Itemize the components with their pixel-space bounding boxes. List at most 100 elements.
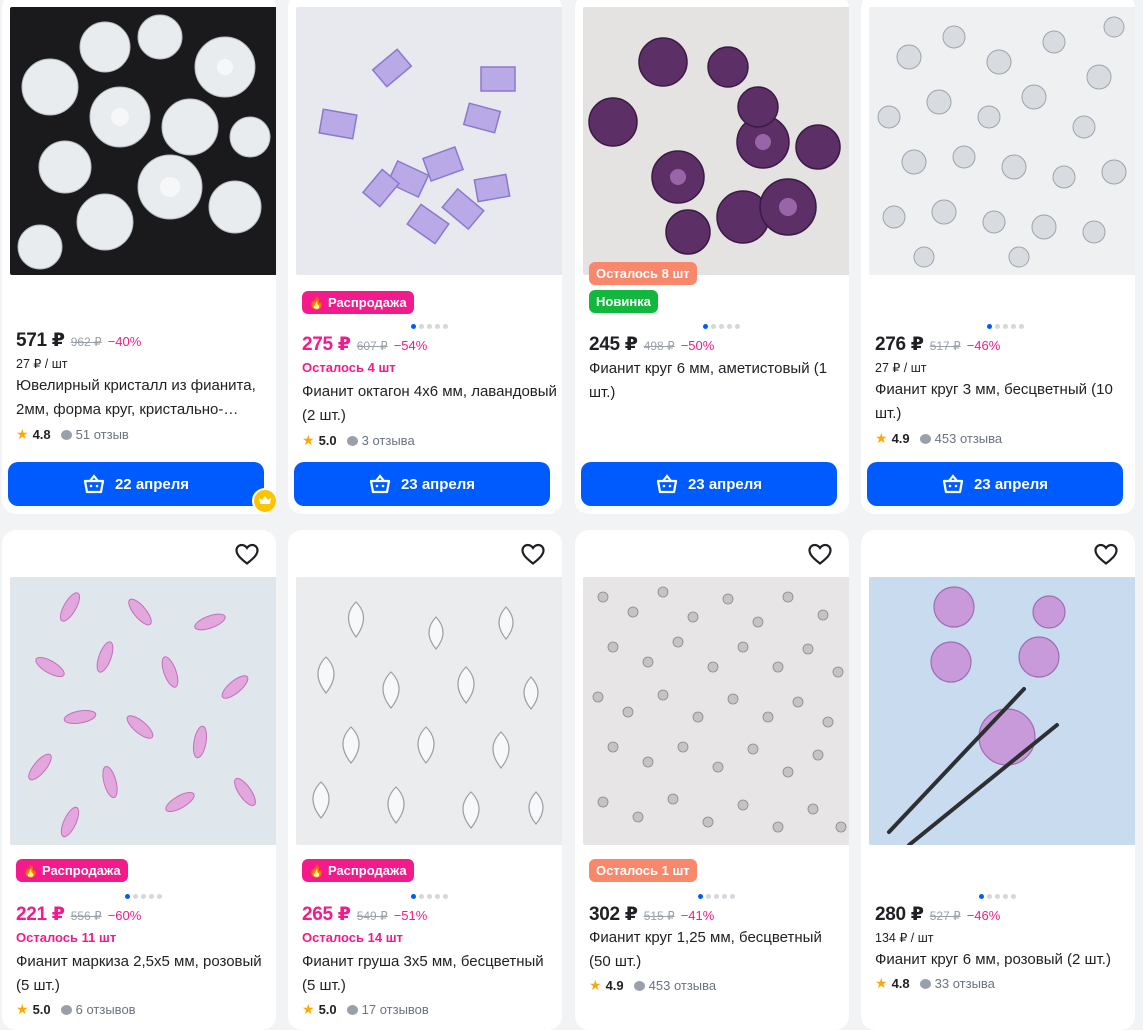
- old-price: 515 ₽: [643, 909, 675, 923]
- product-card[interactable]: Осталось 1 шт 302 ₽ 515 ₽ −41% Фианит кр…: [575, 530, 849, 1030]
- discount: −41%: [680, 908, 715, 923]
- product-card[interactable]: 276 ₽ 517 ₽ −46% 27 ₽ / шт Фианит круг 3…: [861, 0, 1135, 514]
- heart-icon[interactable]: [520, 542, 546, 566]
- stock-left: Осталось 4 шт: [302, 360, 396, 375]
- sale-badge: 🔥 Распродажа: [302, 859, 414, 882]
- product-image[interactable]: [296, 577, 562, 845]
- price-block: 280 ₽ 527 ₽ −46%: [875, 903, 1000, 926]
- basket-icon: [942, 474, 964, 494]
- product-title[interactable]: Фианит груша 3x5 мм, бесцветный (5 шт.): [302, 950, 560, 998]
- product-title[interactable]: Фианит маркиза 2,5x5 мм, розовый (5 шт.): [16, 950, 274, 998]
- badges: 🔥 Распродажа: [302, 859, 414, 887]
- image-pager[interactable]: [125, 894, 162, 899]
- product-image[interactable]: [10, 7, 276, 275]
- old-price: 549 ₽: [356, 909, 388, 923]
- discount: −54%: [393, 338, 428, 353]
- product-image[interactable]: [869, 577, 1135, 845]
- product-image[interactable]: [583, 7, 849, 275]
- discount: −60%: [107, 908, 142, 923]
- rating: ★ 4.9 453 отзыва: [589, 977, 716, 994]
- basket-icon: [369, 474, 391, 494]
- rating: ★ 4.9 453 отзыва: [875, 430, 1002, 447]
- star-icon: ★: [16, 1001, 29, 1017]
- comment-icon: [919, 978, 931, 989]
- basket-icon: [656, 474, 678, 494]
- product-grid: 571 ₽ 962 ₽ −40% 27 ₽ / шт Ювелирный кри…: [0, 0, 1143, 1030]
- product-title[interactable]: Фианит октагон 4x6 мм, лавандовый (2 шт.…: [302, 380, 560, 428]
- comment-icon: [633, 980, 645, 991]
- button-label: 23 апреля: [973, 475, 1049, 493]
- badges: Осталось 1 шт: [589, 859, 697, 887]
- price-block: 302 ₽ 515 ₽ −41%: [589, 903, 714, 926]
- price-block: 245 ₽ 498 ₽ −50%: [589, 333, 714, 356]
- image-pager[interactable]: [698, 894, 735, 899]
- product-title[interactable]: Фианит круг 3 мм, бесцветный (10 шт.): [875, 378, 1133, 426]
- reviews-count[interactable]: 33 отзыва: [935, 976, 995, 991]
- product-card[interactable]: 🔥 Распродажа 275 ₽ 607 ₽ −54% Осталось 4 …: [288, 0, 562, 514]
- comment-icon: [346, 1004, 358, 1015]
- product-image[interactable]: [869, 7, 1135, 275]
- badges: 🔥 Распродажа: [302, 291, 414, 319]
- heart-icon[interactable]: [807, 542, 833, 566]
- product-card[interactable]: 571 ₽ 962 ₽ −40% 27 ₽ / шт Ювелирный кри…: [2, 0, 276, 514]
- reviews-count[interactable]: 3 отзыва: [362, 433, 415, 448]
- reviews-count[interactable]: 453 отзыва: [935, 431, 1003, 446]
- add-to-cart-button[interactable]: 23 апреля: [581, 462, 837, 506]
- reviews-count[interactable]: 453 отзыва: [649, 978, 717, 993]
- rating-value: 4.8: [32, 427, 51, 442]
- price-block: 571 ₽ 962 ₽ −40%: [16, 329, 141, 352]
- unit-price: 27 ₽ / шт: [875, 361, 927, 375]
- old-price: 527 ₽: [929, 909, 961, 923]
- image-pager[interactable]: [987, 324, 1024, 329]
- product-image[interactable]: [10, 577, 276, 845]
- add-to-cart-button[interactable]: 22 апреля: [8, 462, 264, 506]
- button-label: 22 апреля: [114, 475, 190, 493]
- comment-icon: [60, 429, 72, 440]
- product-title[interactable]: Фианит круг 6 мм, розовый (2 шт.): [875, 948, 1133, 972]
- image-pager[interactable]: [411, 324, 448, 329]
- product-title[interactable]: Фианит круг 6 мм, аметистовый (1 шт.): [589, 357, 847, 405]
- rating: ★ 4.8 33 отзыва: [875, 975, 995, 992]
- badges: 🔥 Распродажа: [16, 859, 128, 887]
- reviews-count[interactable]: 51 отзыв: [76, 427, 129, 442]
- price-block: 221 ₽ 556 ₽ −60%: [16, 903, 141, 926]
- image-pager[interactable]: [411, 894, 448, 899]
- sale-badge: 🔥 Распродажа: [16, 859, 128, 882]
- stock-left: Осталось 14 шт: [302, 930, 403, 945]
- button-label: 23 апреля: [687, 475, 763, 493]
- stock-badge: Осталось 8 шт: [589, 262, 697, 285]
- add-to-cart-button[interactable]: 23 апреля: [867, 462, 1123, 506]
- rating-value: 4.9: [605, 978, 624, 993]
- product-image[interactable]: [296, 7, 562, 275]
- product-image[interactable]: [583, 577, 849, 845]
- image-pager[interactable]: [979, 894, 1016, 899]
- image-pager[interactable]: [703, 324, 740, 329]
- star-icon: ★: [302, 1001, 315, 1017]
- current-price: 302 ₽: [589, 904, 638, 925]
- rating: ★ 5.0 3 отзыва: [302, 432, 415, 449]
- current-price: 275 ₽: [302, 334, 351, 355]
- add-to-cart-button[interactable]: 23 апреля: [294, 462, 550, 506]
- rating-value: 4.9: [891, 431, 910, 446]
- rating: ★ 4.8 51 отзыв: [16, 426, 129, 443]
- product-title[interactable]: Ювелирный кристалл из фианита, 2мм, форм…: [16, 374, 274, 422]
- comment-icon: [60, 1004, 72, 1015]
- heart-icon[interactable]: [234, 542, 260, 566]
- star-icon: ★: [875, 975, 888, 991]
- product-card[interactable]: 280 ₽ 527 ₽ −46% 134 ₽ / шт Фианит круг …: [861, 530, 1135, 1030]
- product-card[interactable]: 🔥 Распродажа 221 ₽ 556 ₽ −60% Осталось 11…: [2, 530, 276, 1030]
- product-title[interactable]: Фианит круг 1,25 мм, бесцветный (50 шт.): [589, 926, 847, 974]
- old-price: 962 ₽: [70, 335, 102, 349]
- heart-icon[interactable]: [1093, 542, 1119, 566]
- fire-icon: 🔥: [309, 296, 324, 310]
- comment-icon: [346, 435, 358, 446]
- current-price: 265 ₽: [302, 904, 351, 925]
- product-card[interactable]: Осталось 8 шт Новинка 245 ₽ 498 ₽ −50% Ф…: [575, 0, 849, 514]
- rating: ★ 5.0 17 отзывов: [302, 1001, 429, 1018]
- star-icon: ★: [16, 426, 29, 442]
- rating-value: 4.8: [891, 976, 910, 991]
- price-block: 276 ₽ 517 ₽ −46%: [875, 333, 1000, 356]
- star-icon: ★: [875, 430, 888, 446]
- product-card[interactable]: 🔥 Распродажа 265 ₽ 549 ₽ −51% Осталось 14…: [288, 530, 562, 1030]
- fire-icon: 🔥: [309, 864, 324, 878]
